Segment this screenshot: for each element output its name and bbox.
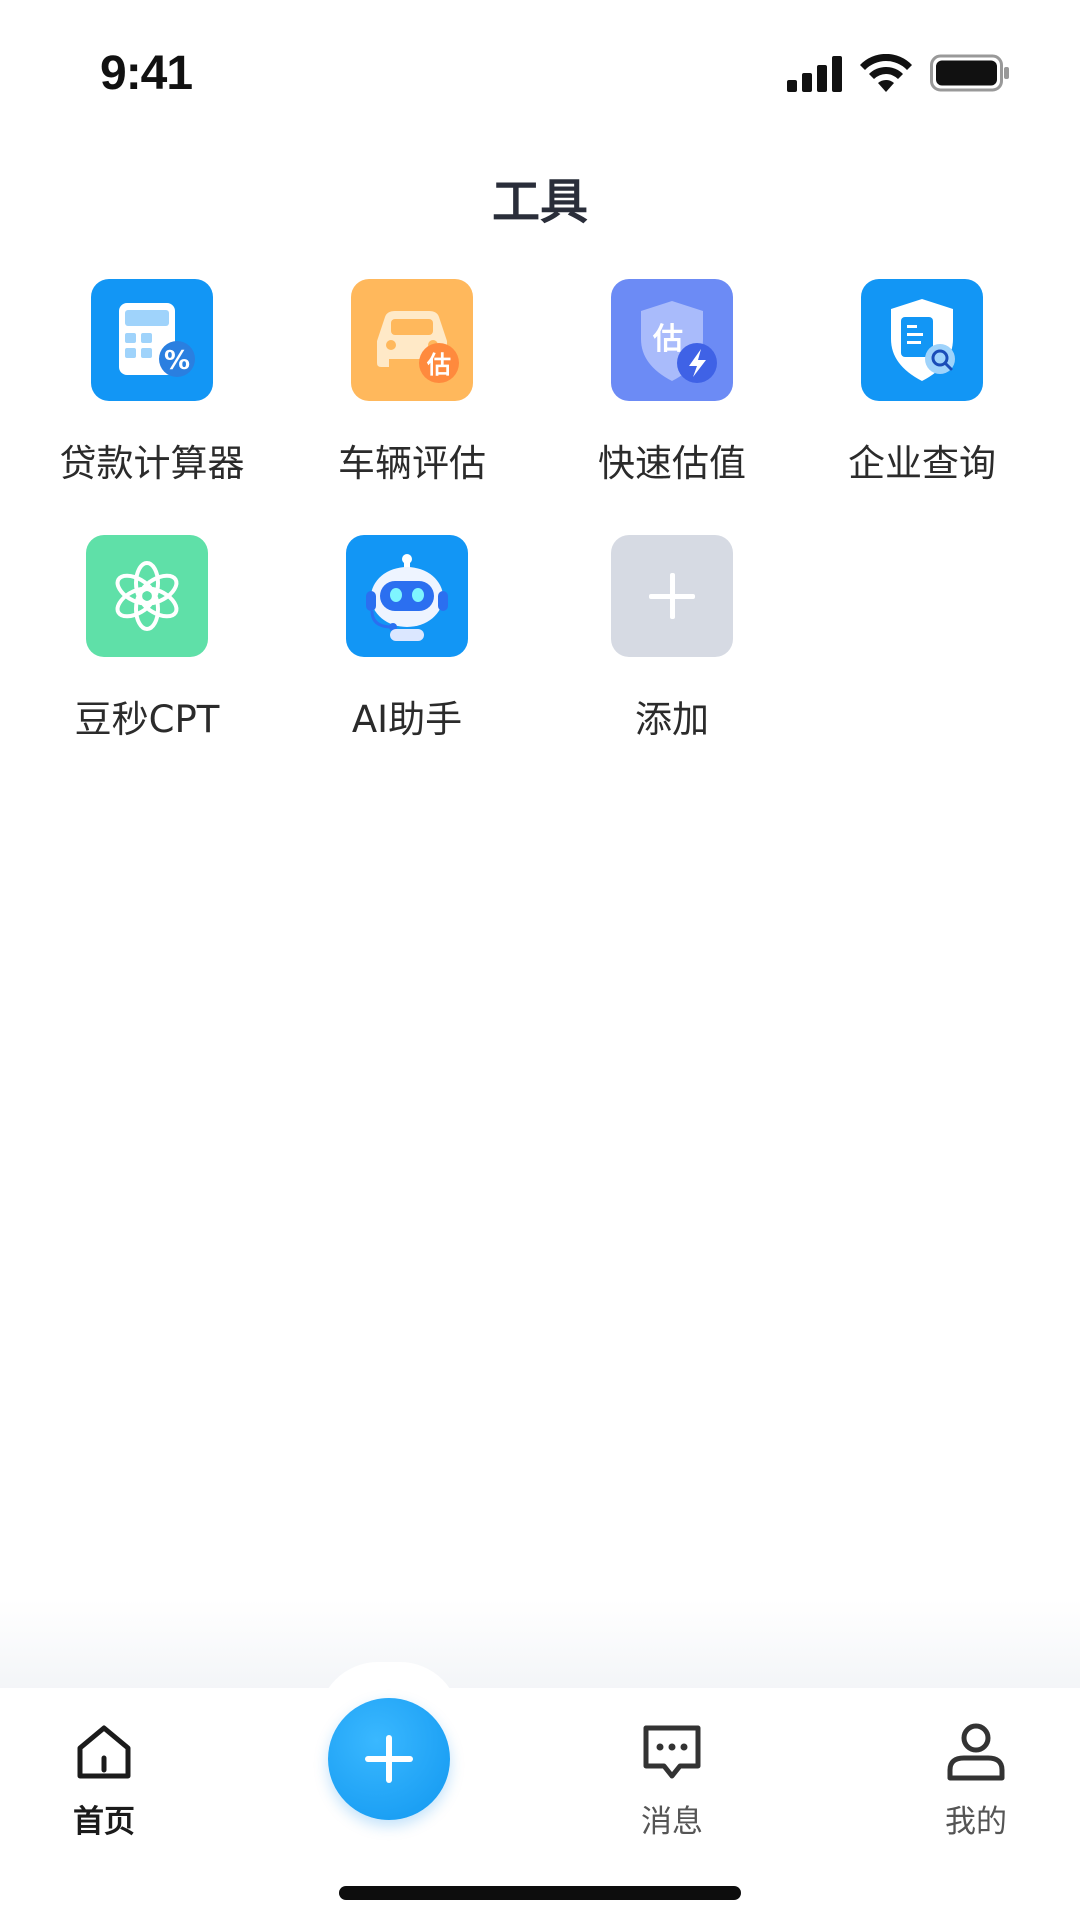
wifi-icon <box>860 54 912 92</box>
tool-label: 豆秒CPT <box>74 698 220 741</box>
openai-knot-icon <box>86 535 208 657</box>
tool-ai-assistant[interactable]: AI助手 <box>292 535 522 743</box>
signal-icon <box>787 56 842 92</box>
tool-loan-calculator[interactable]: % 贷款计算器 <box>37 279 267 487</box>
tile-badge-text: 估 <box>652 322 683 357</box>
tool-label: AI助手 <box>351 698 463 741</box>
robot-icon <box>346 535 468 657</box>
tool-vehicle-valuation[interactable]: 估 车辆评估 <box>297 279 527 487</box>
tool-enterprise-search[interactable]: 企业查询 <box>807 279 1037 487</box>
status-bar: 9:41 <box>0 0 1080 150</box>
tool-label: 快速估值 <box>598 442 746 485</box>
home-indicator <box>339 1886 741 1900</box>
status-time: 9:41 <box>100 47 193 100</box>
nav-home[interactable]: 首页 <box>24 1718 184 1841</box>
enterprise-search-icon <box>861 279 983 401</box>
calculator-icon: % <box>91 279 213 401</box>
nav-label: 消息 <box>641 1804 703 1840</box>
shield-flash-icon: 估 <box>611 279 733 401</box>
plus-icon <box>611 535 733 657</box>
tile-badge-text: 估 <box>426 351 451 379</box>
tool-label: 车辆评估 <box>338 442 486 485</box>
tool-quick-valuation[interactable]: 估 快速估值 <box>557 279 787 487</box>
tool-label: 贷款计算器 <box>59 442 245 485</box>
message-icon <box>643 1725 701 1779</box>
page-title: 工具 <box>491 174 588 230</box>
battery-icon <box>930 54 1009 92</box>
bottom-nav-shadow <box>0 1600 1080 1690</box>
home-icon <box>77 1725 131 1779</box>
svg-text:%: % <box>164 346 190 376</box>
plus-icon <box>365 1735 413 1783</box>
car-valuation-icon: 估 <box>351 279 473 401</box>
nav-profile[interactable]: 我的 <box>896 1718 1056 1841</box>
nav-messages[interactable]: 消息 <box>592 1718 752 1841</box>
tool-add[interactable]: 添加 <box>557 535 787 743</box>
tool-label: 企业查询 <box>848 442 996 485</box>
nav-label: 首页 <box>73 1804 135 1840</box>
tool-doumiao-cpt[interactable]: 豆秒CPT <box>32 535 262 743</box>
center-add-button[interactable] <box>328 1698 450 1820</box>
user-icon <box>947 1723 1005 1781</box>
nav-label: 我的 <box>945 1804 1007 1840</box>
tool-label: 添加 <box>635 698 709 741</box>
